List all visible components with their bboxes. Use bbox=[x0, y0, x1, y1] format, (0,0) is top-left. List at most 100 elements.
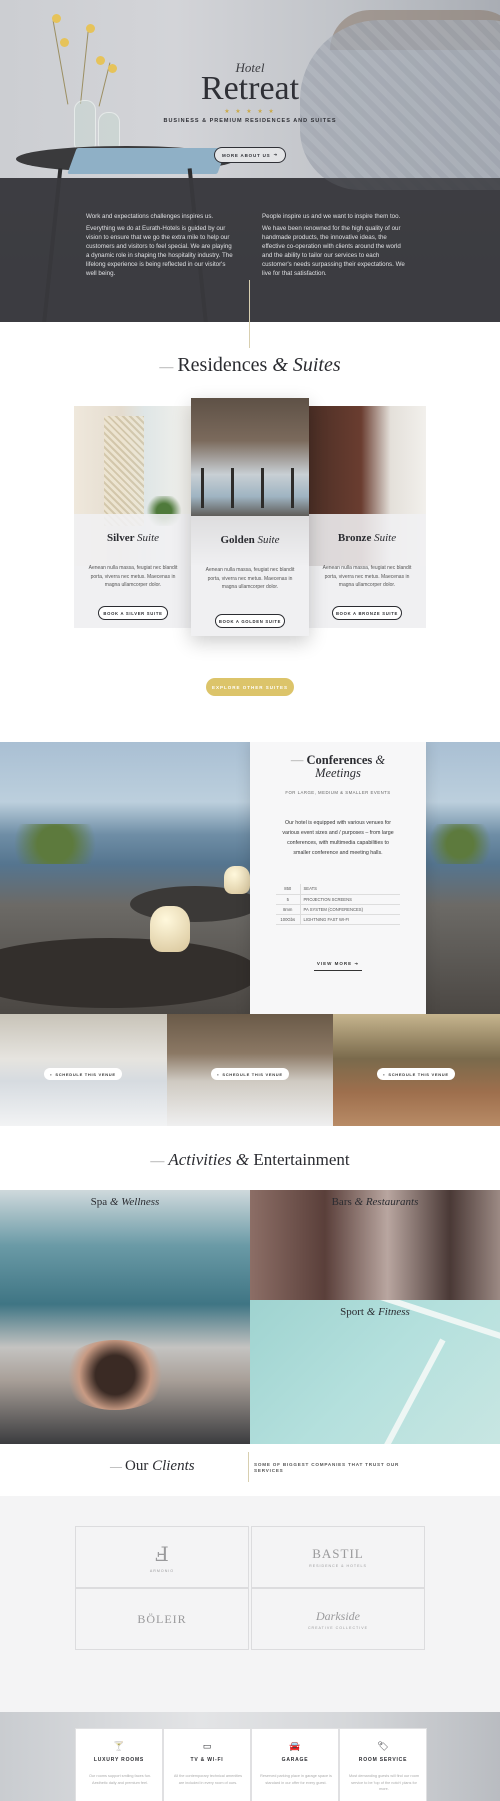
suite-name-b: Suite bbox=[137, 532, 160, 544]
person-decoration bbox=[60, 1340, 170, 1410]
tv-icon: ▭ bbox=[202, 1741, 212, 1751]
sport-fitness-tile[interactable]: Sport & Fitness bbox=[250, 1300, 500, 1444]
service-text: Most demanding guests will find our room… bbox=[348, 1774, 420, 1791]
conferences-title-b: Meetings bbox=[315, 766, 361, 780]
service-text: Reserved parking place in garage space i… bbox=[260, 1774, 332, 1785]
plants-decoration bbox=[0, 824, 110, 864]
hero-right-body: We have been renowned for the high quali… bbox=[262, 225, 405, 277]
tile-label-b: Restaurants bbox=[365, 1196, 419, 1208]
spec-label: LIGHTNING FAST WI-FI bbox=[300, 914, 400, 925]
court-line bbox=[360, 1338, 446, 1444]
calendar-icon: ▪ bbox=[50, 1071, 53, 1077]
divider-line bbox=[248, 1452, 249, 1482]
spec-label: PROJECTION SCREENS bbox=[300, 894, 400, 905]
spec-label: SEATS bbox=[300, 884, 400, 895]
schedule-venue-label: SCHEDULE THIS VENUE bbox=[388, 1071, 449, 1077]
spec-value: 100Gbs bbox=[276, 914, 301, 925]
book-bronze-suite-button[interactable]: BOOK A BRONZE SUITE bbox=[332, 606, 402, 620]
flower-bud bbox=[60, 38, 69, 47]
cocktail-icon: 🍸 bbox=[113, 1741, 125, 1751]
schedule-venue-button[interactable]: ▪ SCHEDULE THIS VENUE bbox=[44, 1068, 122, 1080]
tag-icon: 🏷 bbox=[377, 1741, 389, 1751]
flower-bud bbox=[52, 14, 61, 23]
schedule-venue-button[interactable]: ▪ SCHEDULE THIS VENUE bbox=[377, 1068, 455, 1080]
service-title: LUXURY ROOMS bbox=[93, 1757, 145, 1763]
golden-suite-name: Golden Suite bbox=[191, 534, 309, 546]
boleir-logo-name: BÖLEIR bbox=[137, 1611, 187, 1626]
table-row: 850 SEATS bbox=[276, 884, 400, 895]
flower-bud bbox=[86, 24, 95, 33]
calendar-icon: ▪ bbox=[217, 1071, 220, 1077]
table-row: 100Gbs LIGHTNING FAST WI-FI bbox=[276, 914, 400, 925]
table-row: 8mm PA SYSTEM (CONFERENCES) bbox=[276, 904, 400, 915]
hero-right-lead: People inspire us and we want to inspire… bbox=[262, 213, 401, 220]
tile-amp: & bbox=[366, 1306, 376, 1318]
venue-tile-1: ▪ SCHEDULE THIS VENUE bbox=[0, 1014, 167, 1126]
silver-suite-text: Aenean nulla massa, feugiat nec blandit … bbox=[88, 565, 178, 588]
divider-line bbox=[249, 322, 250, 348]
schedule-venue-label: SCHEDULE THIS VENUE bbox=[222, 1071, 283, 1077]
bastil-logo-name: BASTIL bbox=[312, 1546, 364, 1561]
spa-wellness-label: Spa & Wellness bbox=[0, 1196, 250, 1208]
hero-left-lead: Work and expectations challenges inspire… bbox=[86, 213, 214, 220]
activities-section: — Activities & Entertainment Spa & Wellne… bbox=[0, 1126, 500, 1444]
client-logo-bastil: BASTIL RESIDENCE & HOTELS bbox=[251, 1526, 425, 1588]
tile-amp: & bbox=[354, 1196, 364, 1208]
schedule-venue-button[interactable]: ▪ SCHEDULE THIS VENUE bbox=[211, 1068, 289, 1080]
spa-wellness-tile[interactable]: Spa & Wellness bbox=[0, 1190, 250, 1444]
divider-line bbox=[249, 280, 250, 322]
residences-amp: & bbox=[272, 354, 288, 376]
residences-section: — Residences & Suites Silver Suite Aenean… bbox=[0, 322, 500, 742]
book-silver-suite-button[interactable]: BOOK A SILVER SUITE bbox=[98, 606, 168, 620]
spec-value: 8mm bbox=[276, 904, 301, 915]
darkside-logo-sub: CREATIVE COLLECTIVE bbox=[307, 1625, 369, 1630]
residences-title-a: Residences bbox=[177, 354, 268, 376]
schedule-venue-label: SCHEDULE THIS VENUE bbox=[55, 1071, 116, 1077]
armonio-logo-mark: Ⅎ bbox=[155, 1543, 169, 1566]
service-room-service: 🏷 ROOM SERVICE Most demanding guests wil… bbox=[339, 1728, 427, 1801]
suite-name-a: Golden bbox=[220, 534, 255, 546]
services-section: 🍸 LUXURY ROOMS Our rooms support smiling… bbox=[0, 1712, 500, 1801]
activities-title: — Activities & Entertainment bbox=[150, 1150, 350, 1169]
more-about-us-button[interactable]: MORE ABOUT US ➜ bbox=[214, 147, 286, 163]
tile-label-a: Sport bbox=[340, 1306, 364, 1318]
service-title: ROOM SERVICE bbox=[358, 1757, 408, 1763]
clients-header: — Our Clients SOME OF BIGGEST COMPANIES … bbox=[0, 1444, 500, 1496]
book-golden-suite-button[interactable]: BOOK A GOLDEN SUITE bbox=[215, 614, 285, 628]
suite-name-a: Bronze bbox=[337, 532, 372, 544]
bars-restaurants-tile[interactable]: Bars & Restaurants bbox=[250, 1190, 500, 1300]
bronze-suite-text: Aenean nulla massa, feugiat nec blandit … bbox=[322, 565, 412, 588]
arrow-right-icon: ➜ bbox=[273, 152, 279, 157]
service-garage: 🚘 GARAGE Reserved parking place in garag… bbox=[251, 1728, 339, 1801]
service-tv-wifi: ▭ TV & WI-FI All the contemporary techni… bbox=[163, 1728, 251, 1801]
clients-title: — Our Clients bbox=[110, 1458, 195, 1474]
tile-label-a: Bars bbox=[331, 1196, 352, 1208]
venue-tile-3: ▪ SCHEDULE THIS VENUE bbox=[333, 1014, 500, 1126]
client-logo-darkside: Darkside CREATIVE COLLECTIVE bbox=[251, 1588, 425, 1650]
silver-suite-card: Silver Suite Aenean nulla massa, feugiat… bbox=[74, 406, 192, 628]
service-text: Our rooms support smiling faces fun. Aes… bbox=[88, 1774, 152, 1785]
clients-title-a: Our bbox=[125, 1458, 149, 1474]
armonio-logo-name: ARMONIO bbox=[149, 1568, 175, 1573]
explore-other-suites-button[interactable]: EXPLORE OTHER SUITES bbox=[206, 678, 294, 696]
venue-tile-2: ▪ SCHEDULE THIS VENUE bbox=[167, 1014, 333, 1126]
service-luxury-rooms: 🍸 LUXURY ROOMS Our rooms support smiling… bbox=[75, 1728, 163, 1801]
client-logo-armonio: Ⅎ ARMONIO bbox=[75, 1526, 249, 1588]
view-more-link[interactable]: VIEW MORE ➜ bbox=[314, 961, 362, 971]
client-logo-boleir: BÖLEIR bbox=[75, 1588, 249, 1650]
hero-left-body: Everything we do at Eurath-Hotels is gui… bbox=[86, 225, 233, 277]
suite-name-a: Silver bbox=[106, 532, 135, 544]
conferences-subtitle: FOR LARGE, MEDIUM & SMALLER EVENTS bbox=[285, 790, 391, 795]
plants-decoration bbox=[420, 824, 500, 864]
conferences-title-a: Conferences bbox=[306, 753, 373, 767]
arrow-right-icon: ➜ bbox=[354, 961, 360, 966]
bronze-suite-name: Bronze Suite bbox=[308, 532, 426, 544]
tile-label-a: Spa bbox=[90, 1196, 108, 1208]
darkside-logo-name: Darkside bbox=[316, 1608, 360, 1623]
candle-decoration bbox=[224, 866, 250, 894]
suite-name-b: Suite bbox=[257, 534, 280, 546]
conferences-card: — Conferences & Meetings FOR LARGE, MEDI… bbox=[250, 742, 426, 1018]
activities-amp: & bbox=[235, 1150, 250, 1169]
conferences-title: — Conferences & Meetings bbox=[290, 753, 386, 780]
hero-subtitle: BUSINESS & PREMIUM RESIDENCES AND SUITES bbox=[163, 118, 337, 124]
